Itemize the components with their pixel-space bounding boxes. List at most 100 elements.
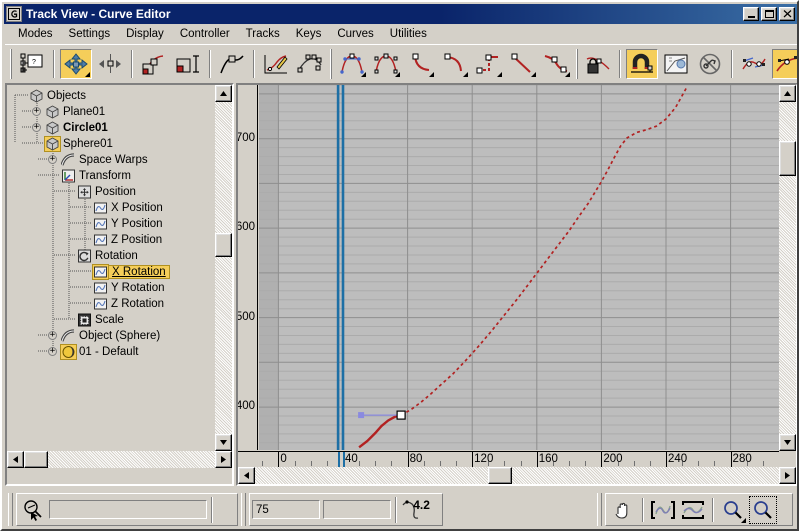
tree-item-z-rotation[interactable]: Z Rotation: [7, 296, 164, 312]
slide-keys-button[interactable]: [94, 49, 126, 79]
tangent-smooth-button[interactable]: [336, 49, 368, 79]
tree-item-x-rotation[interactable]: X Rotation: [7, 264, 170, 280]
tree-item-scale[interactable]: Scale: [7, 312, 124, 328]
tangent-slow-button[interactable]: [438, 49, 470, 79]
tree-item-01-default[interactable]: 01 - Default: [7, 344, 138, 360]
toolbar-grip[interactable]: [10, 48, 12, 79]
toolbar-grip[interactable]: [330, 48, 332, 79]
tree-scroll-down-button[interactable]: [215, 434, 232, 451]
graph-vertical-scrollbar[interactable]: [779, 85, 796, 451]
tangent-step-button[interactable]: [472, 49, 504, 79]
tree-item-space-warps[interactable]: Space Warps: [7, 152, 148, 168]
graph-scroll-up-button[interactable]: [779, 85, 796, 102]
show-keyable-button[interactable]: [660, 49, 692, 79]
menu-item-curves[interactable]: Curves: [329, 26, 381, 42]
tree-scroll-thumb[interactable]: [215, 233, 232, 257]
zoom-horizontal-extents-button[interactable]: [648, 495, 678, 525]
tree-scroll-right-button[interactable]: [215, 451, 232, 468]
menu-item-modes[interactable]: Modes: [10, 26, 61, 42]
zoom-select-icon[interactable]: [19, 495, 47, 525]
time-axis-label: 120: [474, 453, 494, 465]
tree-item-circle01[interactable]: Circle01: [7, 120, 108, 136]
graph-scroll-thumb[interactable]: [779, 141, 796, 176]
selection-field[interactable]: [49, 500, 207, 519]
graph-hscroll-thumb[interactable]: [488, 467, 512, 484]
status-grip[interactable]: [597, 493, 602, 526]
tree-vertical-scrollbar[interactable]: [215, 85, 232, 451]
toolbar-separator: [731, 49, 733, 78]
status-grip[interactable]: [8, 493, 13, 526]
tree-item-y-rotation[interactable]: Y Rotation: [7, 280, 165, 296]
warp-icon: [60, 329, 76, 343]
zoom-region-button[interactable]: [748, 495, 778, 525]
status-separator: [395, 496, 398, 523]
show-tangents-button[interactable]: [738, 49, 770, 79]
track-tree[interactable]: Objects + Plane01 + Circle01 Sphere01 + Space W…: [7, 85, 215, 468]
tree-item-position[interactable]: Position: [7, 184, 136, 200]
tree-item-y-position[interactable]: Y Position: [7, 216, 163, 232]
tree-scroll-left-button[interactable]: [7, 451, 24, 468]
frame-field[interactable]: 75: [252, 500, 321, 519]
tangent-custom-button[interactable]: [370, 49, 402, 79]
menu-item-utilities[interactable]: Utilities: [382, 26, 435, 42]
tree-item-label: Circle01: [63, 122, 108, 134]
lock-selection-button[interactable]: [694, 49, 726, 79]
tree-scroll-up-button[interactable]: [215, 85, 232, 102]
show-all-tangents-button[interactable]: [772, 48, 797, 79]
filters-button[interactable]: ?: [16, 49, 48, 79]
menu-item-tracks[interactable]: Tracks: [238, 26, 288, 42]
curve-icon: [93, 265, 108, 279]
time-marker[interactable]: [342, 452, 345, 467]
navigation-panel: [605, 493, 793, 526]
maximize-button[interactable]: [761, 7, 777, 21]
tree-horizontal-scrollbar[interactable]: [7, 451, 232, 468]
tree-item-rotation[interactable]: Rotation: [7, 248, 138, 264]
zoom-value-extents-button[interactable]: [678, 495, 708, 525]
time-axis-minor-tick: [375, 461, 377, 466]
tree-hscroll-thumb[interactable]: [24, 451, 48, 468]
graph-scroll-down-button[interactable]: [779, 434, 796, 451]
tree-item-x-position[interactable]: X Position: [7, 200, 163, 216]
scale-keys-button[interactable]: [138, 49, 170, 79]
curve-plot-area[interactable]: [259, 85, 779, 450]
lock-tangents-button[interactable]: [582, 49, 614, 79]
snap-frames-button[interactable]: [626, 48, 658, 79]
tree-item-label: Transform: [79, 170, 131, 182]
tree-item-z-position[interactable]: Z Position: [7, 232, 162, 248]
time-marker[interactable]: [338, 452, 341, 467]
position-icon: [77, 185, 92, 199]
tangent-fast-button[interactable]: [404, 49, 436, 79]
status-grip[interactable]: [241, 493, 246, 526]
toolbar-grip[interactable]: [576, 48, 578, 79]
tree-item-object-sphere[interactable]: Object (Sphere): [7, 328, 160, 344]
draw-curves-button[interactable]: [260, 49, 292, 79]
tangent-smooth2-button[interactable]: [540, 49, 572, 79]
tangent-linear-button[interactable]: [506, 49, 538, 79]
menu-item-settings[interactable]: Settings: [61, 26, 119, 42]
tree-item-sphere01[interactable]: Sphere01: [7, 136, 113, 152]
graph-scroll-left-button[interactable]: [238, 467, 255, 484]
value-field[interactable]: [323, 500, 392, 519]
tree-item-transform[interactable]: Transform: [7, 168, 131, 184]
time-axis-minor-tick: [359, 461, 361, 466]
pan-button[interactable]: [608, 495, 638, 525]
time-axis-minor-tick: [585, 461, 587, 466]
menu-item-display[interactable]: Display: [118, 26, 172, 42]
reduce-keys-button[interactable]: [294, 49, 326, 79]
menu-item-keys[interactable]: Keys: [288, 26, 330, 42]
minimize-button[interactable]: [743, 7, 759, 21]
tree-item-label: X Position: [111, 202, 163, 214]
close-button[interactable]: [779, 7, 795, 21]
tree-item-plane01[interactable]: Plane01: [7, 104, 105, 120]
time-axis[interactable]: 0 40 80 120 160 200 240 280: [238, 451, 779, 467]
graph-scroll-right-button[interactable]: [779, 467, 796, 484]
add-keys-button[interactable]: [216, 49, 248, 79]
zoom-button[interactable]: [718, 495, 748, 525]
graph-horizontal-scrollbar[interactable]: [238, 467, 796, 484]
nav-separator: [712, 497, 714, 522]
move-keys-button[interactable]: [60, 48, 92, 79]
value-axis-label: 700: [236, 131, 255, 144]
scale-values-button[interactable]: [172, 49, 204, 79]
menu-item-controller[interactable]: Controller: [172, 26, 238, 42]
tree-item-objects[interactable]: Objects: [7, 88, 86, 104]
